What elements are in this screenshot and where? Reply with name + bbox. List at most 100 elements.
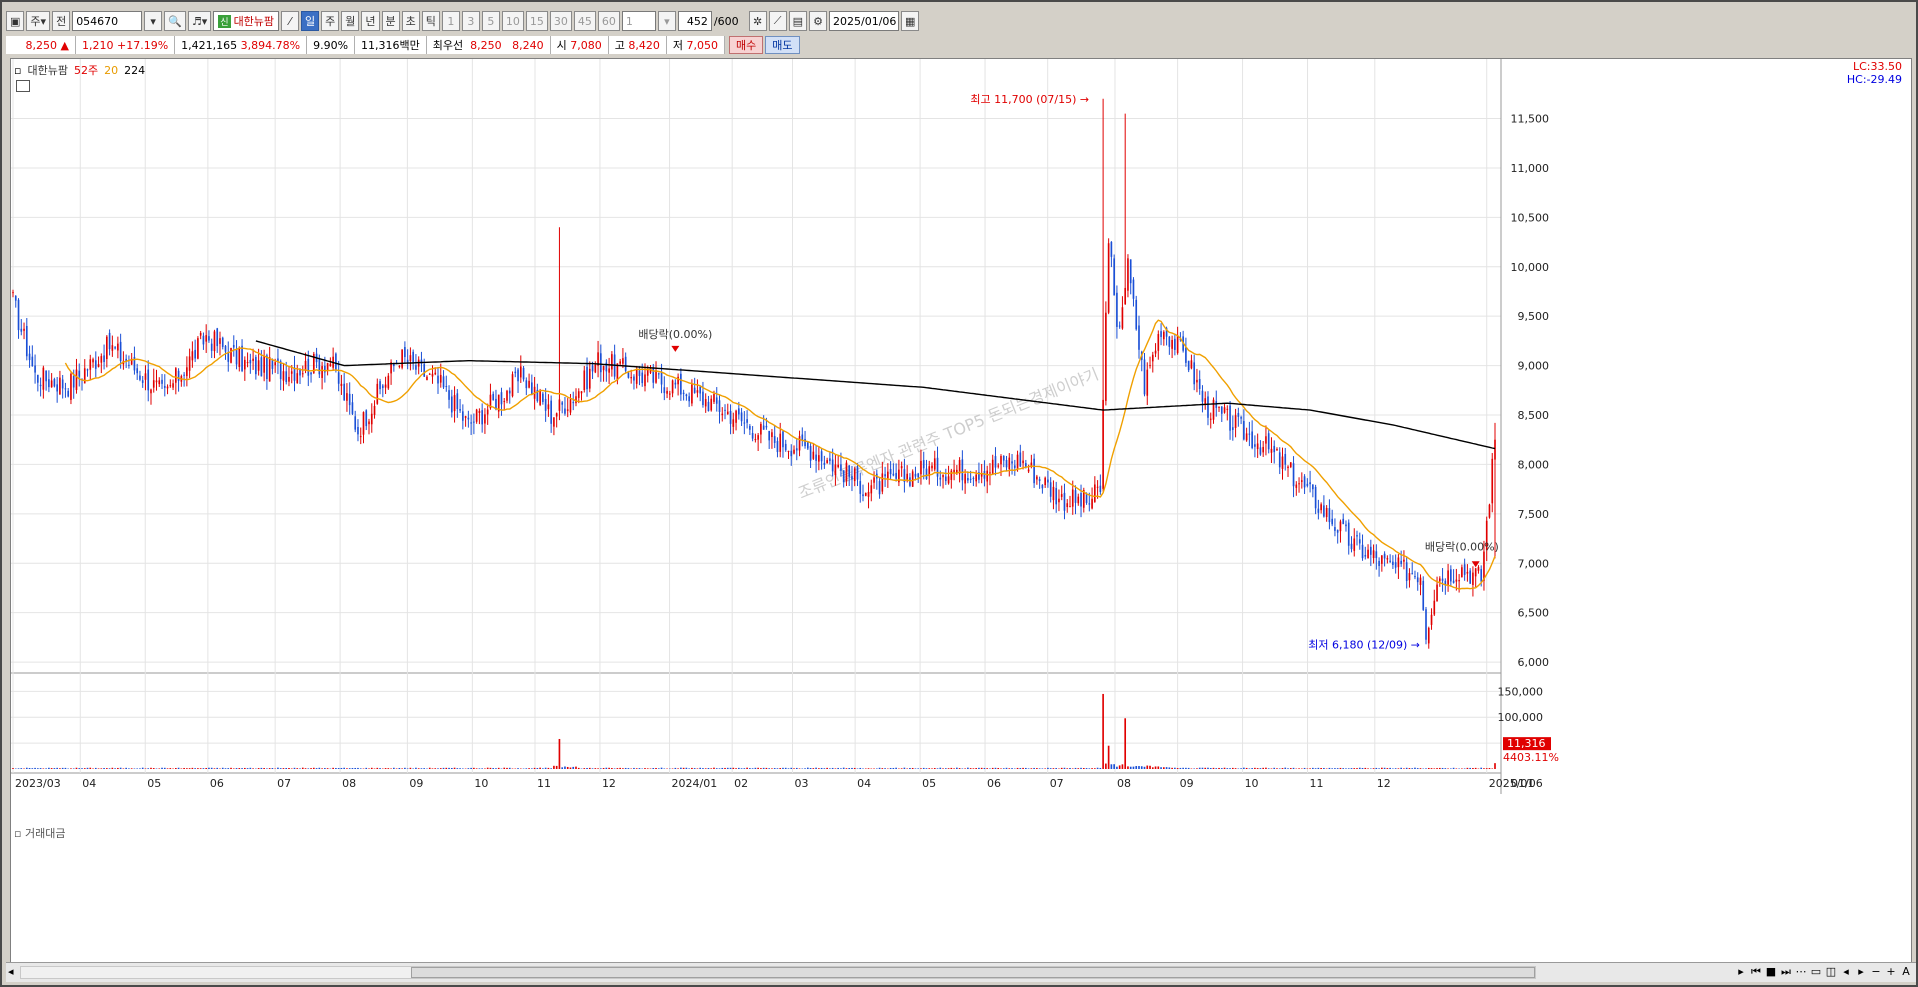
candle-body bbox=[150, 389, 152, 394]
zoom-fit-icon[interactable]: ▭ bbox=[1810, 965, 1822, 979]
code-dropdown-icon[interactable]: ▾ bbox=[144, 11, 163, 31]
candle-body bbox=[1016, 454, 1019, 469]
volume-bar bbox=[646, 768, 649, 769]
minute-10[interactable]: 10 bbox=[501, 11, 524, 31]
gear-icon[interactable]: ⚙ bbox=[809, 11, 828, 31]
volume-bar bbox=[677, 768, 679, 769]
tab-week[interactable]: 주 bbox=[321, 11, 340, 31]
candle-body bbox=[1458, 580, 1460, 582]
minute-3[interactable]: 3 bbox=[461, 11, 480, 31]
minute-15[interactable]: 15 bbox=[525, 11, 548, 31]
tab-year[interactable]: 년 bbox=[361, 11, 380, 31]
zoom-out-icon[interactable]: − bbox=[1870, 965, 1882, 979]
tick-count-input[interactable]: 1 bbox=[621, 11, 656, 31]
candle-body bbox=[301, 373, 304, 375]
scroll-thumb[interactable] bbox=[411, 967, 1535, 978]
bar-count-input[interactable]: 452 bbox=[677, 11, 712, 31]
tab-day[interactable]: 일 bbox=[301, 11, 320, 31]
pin-icon[interactable]: ⁄ bbox=[281, 11, 300, 31]
candle-body bbox=[1129, 259, 1132, 284]
minute-60[interactable]: 60 bbox=[597, 11, 620, 31]
calculator-icon[interactable] bbox=[16, 80, 30, 92]
volume-bar bbox=[721, 767, 724, 769]
window-icon[interactable]: ▣ bbox=[6, 11, 25, 31]
zoom-reset-icon[interactable]: ◫ bbox=[1825, 965, 1837, 979]
candle-body bbox=[933, 458, 936, 470]
vol-tag-label: 11,316 bbox=[1507, 737, 1546, 750]
forward-icon[interactable]: ⏭ bbox=[1780, 965, 1792, 979]
candle-body bbox=[1367, 549, 1369, 559]
volume-bar bbox=[497, 767, 500, 769]
candle-body bbox=[746, 419, 748, 423]
volume-bar bbox=[133, 768, 136, 769]
scroll-right-icon[interactable]: ▸ bbox=[1735, 965, 1747, 979]
volume-bar bbox=[1480, 767, 1483, 769]
volume-bar bbox=[768, 768, 771, 769]
scope-button[interactable]: 전 bbox=[52, 11, 71, 31]
indicator-icon[interactable]: ✲ bbox=[748, 11, 767, 31]
calendar-icon[interactable]: ▦ bbox=[901, 11, 920, 31]
scroll-left-icon[interactable]: ◂ bbox=[8, 965, 14, 978]
market-select[interactable]: 주 ▾ bbox=[26, 11, 51, 31]
candle-body bbox=[1245, 433, 1248, 441]
volume-bar bbox=[1174, 767, 1176, 769]
candle-body bbox=[696, 390, 699, 393]
zoom-in-icon[interactable]: + bbox=[1885, 965, 1897, 979]
stock-code-input[interactable]: 054670 bbox=[72, 11, 143, 31]
candle-body bbox=[1163, 331, 1165, 340]
volume-bar bbox=[83, 768, 86, 769]
candle-body bbox=[1132, 279, 1135, 299]
volume-bar bbox=[390, 768, 392, 769]
volume-bar bbox=[1474, 767, 1477, 769]
next-icon[interactable]: ▸ bbox=[1855, 965, 1867, 979]
horizontal-scrollbar[interactable]: ◂ ▸ ⏮ ■ ⏭ ⋯ ▭ ◫ ◂ ▸ − + A bbox=[6, 962, 1916, 982]
candle-body bbox=[12, 292, 14, 294]
candle-body bbox=[243, 359, 246, 370]
candle-body bbox=[1273, 445, 1276, 453]
prev-icon[interactable]: ◂ bbox=[1840, 965, 1852, 979]
candle-body bbox=[158, 380, 161, 385]
volume-bar bbox=[1452, 767, 1455, 769]
minute-30[interactable]: 30 bbox=[549, 11, 572, 31]
volume-bar bbox=[216, 767, 219, 769]
line-tool-icon[interactable]: ⟋ bbox=[768, 11, 787, 31]
tab-month[interactable]: 월 bbox=[341, 11, 360, 31]
candle-body bbox=[197, 338, 199, 359]
candle-body bbox=[674, 382, 677, 385]
volume-bar bbox=[1038, 768, 1041, 769]
stop-icon[interactable]: ■ bbox=[1765, 965, 1777, 979]
candle-body bbox=[911, 471, 914, 487]
search-icon[interactable]: 🔍 bbox=[164, 11, 186, 31]
volume-bar bbox=[958, 768, 961, 769]
date-input[interactable]: 2025/01/06 bbox=[829, 11, 900, 31]
candle-body bbox=[1013, 465, 1016, 468]
volume-bar bbox=[285, 768, 288, 769]
volume-bar bbox=[1483, 768, 1485, 769]
minute-1[interactable]: 1 bbox=[441, 11, 460, 31]
candle-body bbox=[205, 335, 208, 342]
dots-icon[interactable]: ⋯ bbox=[1795, 965, 1807, 979]
stock-name-box[interactable]: 신 대한뉴팜 bbox=[213, 11, 280, 31]
speaker-icon[interactable]: ♬▾ bbox=[187, 11, 212, 31]
font-icon[interactable]: A bbox=[1900, 965, 1912, 979]
candle-body bbox=[721, 413, 724, 416]
buy-button[interactable]: 매수 bbox=[729, 36, 764, 54]
chart-area[interactable]: 조류인플루엔자 관련주 TOP5 돈되는경제이야기 최고 11,700 (07/… bbox=[10, 58, 1912, 966]
sell-button[interactable]: 매도 bbox=[765, 36, 800, 54]
tab-second[interactable]: 초 bbox=[401, 11, 420, 31]
scroll-track[interactable] bbox=[20, 966, 1536, 979]
volume-bar bbox=[980, 767, 983, 769]
candle-body bbox=[1466, 571, 1469, 574]
minute-45[interactable]: 45 bbox=[573, 11, 596, 31]
save-icon[interactable]: ▤ bbox=[788, 11, 808, 31]
rewind-icon[interactable]: ⏮ bbox=[1750, 965, 1762, 979]
tab-minute[interactable]: 분 bbox=[381, 11, 400, 31]
y-tick-label: 11,500 bbox=[1511, 113, 1550, 126]
volume-bar bbox=[417, 768, 420, 769]
candle-body bbox=[1394, 562, 1397, 568]
tab-tick[interactable]: 틱 bbox=[421, 11, 440, 31]
price-chart[interactable]: 조류인플루엔자 관련주 TOP5 돈되는경제이야기 최고 11,700 (07/… bbox=[11, 59, 1911, 965]
minute-5[interactable]: 5 bbox=[481, 11, 500, 31]
market-select-label: 주 bbox=[30, 15, 41, 28]
tick-dropdown-icon[interactable]: ▾ bbox=[657, 11, 676, 31]
